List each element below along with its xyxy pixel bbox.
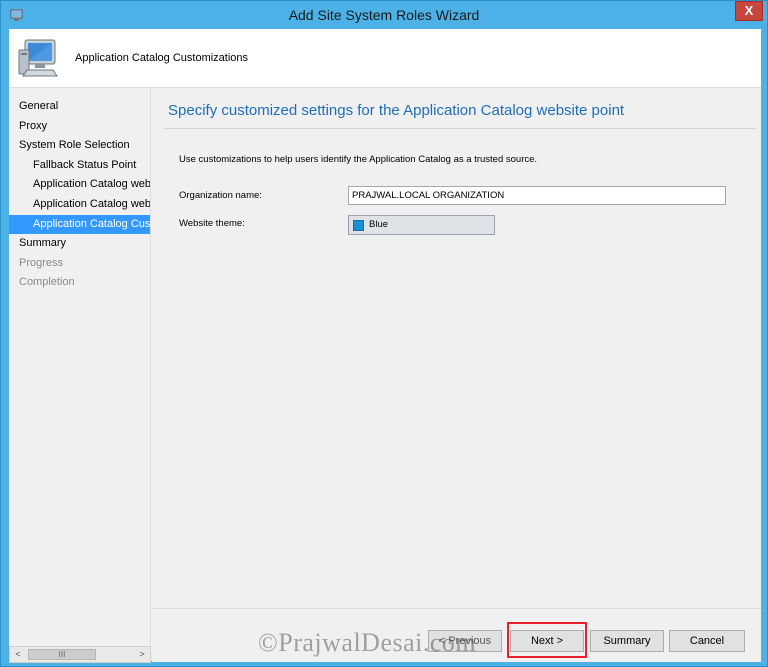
title-divider [164, 128, 756, 129]
next-button-highlight [507, 622, 587, 658]
wizard-step-list: General Proxy System Role Selection Fall… [9, 88, 151, 648]
wizard-body: General Proxy System Role Selection Fall… [9, 87, 761, 663]
sidebar-item-app-catalog-website[interactable]: Application Catalog webs [9, 195, 150, 214]
organization-name-field[interactable]: PRAJWAL.LOCAL ORGANIZATION [348, 186, 726, 205]
watermark: ©PrajwalDesai.com [258, 628, 477, 657]
window-title: Add Site System Roles Wizard [288, 7, 480, 23]
sidebar-item-completion: Completion [19, 276, 75, 288]
website-theme-label: Website theme: [179, 218, 245, 229]
cancel-button[interactable]: Cancel [669, 630, 745, 652]
website-theme-value: Blue [369, 219, 389, 230]
content-panel: Specify customized settings for the Appl… [152, 88, 761, 608]
sidebar-item-app-catalog-customizations[interactable]: Application Catalog Cust [9, 215, 150, 234]
close-button[interactable]: X [735, 1, 763, 21]
header-title: Application Catalog Customizations [75, 52, 249, 64]
sidebar-item-proxy[interactable]: Proxy [9, 117, 150, 136]
title-bar[interactable]: Add Site System Roles Wizard X [1, 1, 767, 29]
scroll-right-icon[interactable]: > [135, 648, 149, 661]
wizard-header: Application Catalog Customizations [9, 29, 761, 87]
summary-button[interactable]: Summary [590, 630, 664, 652]
theme-color-swatch-icon [353, 220, 364, 231]
sidebar-item-system-role-selection[interactable]: System Role Selection [9, 136, 150, 155]
sidebar-item-fallback-status-point[interactable]: Fallback Status Point [9, 156, 150, 175]
wizard-window: Add Site System Roles Wizard X Applicati… [0, 0, 768, 667]
sidebar-item-progress: Progress [19, 257, 64, 269]
sidebar-item-app-catalog-web-service[interactable]: Application Catalog web [9, 175, 150, 194]
scroll-left-icon[interactable]: < [11, 648, 25, 661]
sidebar-item-summary[interactable]: Summary [9, 234, 150, 253]
page-description: Use customizations to help users identif… [179, 154, 538, 165]
page-title: Specify customized settings for the Appl… [168, 102, 625, 119]
sidebar-item-general[interactable]: General [9, 97, 150, 116]
website-theme-select[interactable]: Blue [348, 215, 495, 235]
scroll-thumb[interactable]: III [28, 649, 96, 660]
computer-icon [18, 39, 58, 77]
sidebar-horizontal-scrollbar[interactable]: < III > [9, 646, 151, 663]
organization-name-label: Organization name: [179, 190, 262, 201]
